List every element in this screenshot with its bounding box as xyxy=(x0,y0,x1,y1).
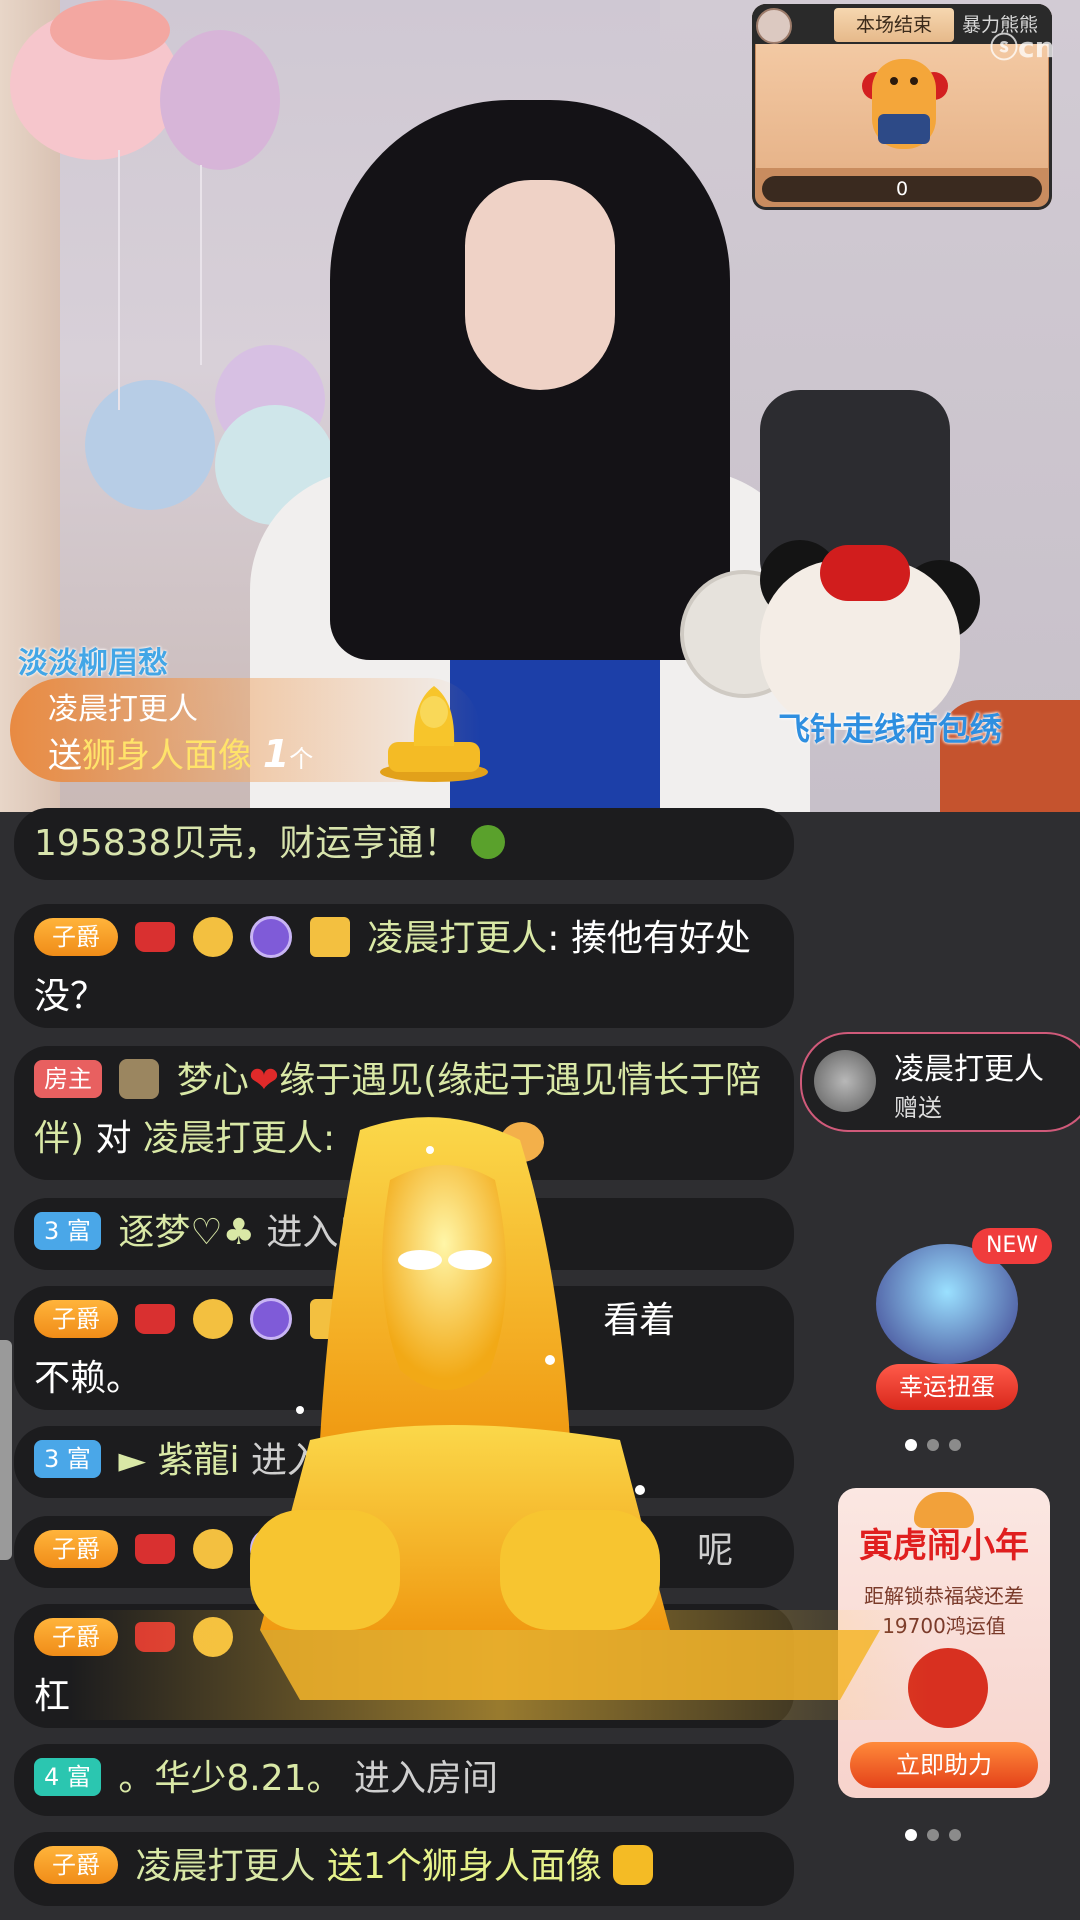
medal-icon xyxy=(250,1298,293,1340)
bear-eye xyxy=(910,77,918,85)
balloon xyxy=(85,380,215,510)
sphinx-gift-icon xyxy=(380,686,488,782)
chat-username[interactable]: 。华少8.21。 xyxy=(118,1758,342,1799)
star-level-icon xyxy=(192,1299,233,1339)
lucky-capsule-button[interactable]: 幸运扭蛋 xyxy=(876,1364,1018,1410)
chat-username[interactable]: 凌 xyxy=(367,1300,403,1341)
tiger-event-title: 寅虎闹小年 xyxy=(859,1526,1029,1566)
chat-message: 195838贝壳，财运亨通！ xyxy=(14,808,794,880)
medal-icon xyxy=(250,1528,293,1570)
badge-fu3: 3 富 xyxy=(34,1440,101,1478)
sender-avatar[interactable] xyxy=(814,1050,876,1112)
carousel-dot[interactable] xyxy=(949,1439,961,1451)
bear-pants xyxy=(878,114,930,144)
chat-text: 不赖。 xyxy=(34,1358,143,1399)
chat-message: 子爵 凌晨打更人 送1个狮身人面像 xyxy=(14,1832,794,1906)
chat-message: 子爵 呢 xyxy=(14,1516,794,1588)
wing-badge-icon xyxy=(119,1059,160,1099)
gift-popup-gift-name: 狮身人面像 xyxy=(82,736,252,776)
crown-icon xyxy=(135,922,176,952)
gift-popup-prefix: 送 xyxy=(48,736,82,776)
emoji-face-icon xyxy=(500,1122,544,1162)
chat-message: 4 富 。华少8.21。 进入房间 xyxy=(14,1744,794,1816)
chat-target[interactable]: 凌晨打更人: xyxy=(143,1118,335,1159)
chat-text: 进入房间 xyxy=(353,1758,498,1799)
star-level-icon xyxy=(192,1529,233,1569)
gift-popup-line: 送狮身人面像 1个 xyxy=(48,728,313,777)
tiger-event-button[interactable]: 立即助力 xyxy=(850,1742,1038,1788)
badge-zijue: 子爵 xyxy=(34,1846,118,1884)
carousel-dot[interactable] xyxy=(949,1829,961,1841)
chat-text: 对 xyxy=(84,1118,143,1159)
gift-sender-card[interactable]: 凌晨打更人 赠送 xyxy=(800,1032,1080,1132)
crown-icon xyxy=(135,1534,176,1564)
chat-text: 进入房 xyxy=(250,1440,359,1481)
game-score: 0 xyxy=(762,176,1042,202)
chat-text: 进入房间 xyxy=(266,1212,411,1253)
chat-text: 杠 xyxy=(34,1676,71,1717)
chat-message: 子爵 凌 看着 不赖。 xyxy=(14,1286,794,1410)
chat-message: 3 富 ► 紫龍i 进入房 xyxy=(14,1426,794,1498)
chat-username[interactable]: 逐梦♡♣ xyxy=(118,1212,255,1253)
app-watermark: ⓢcn xyxy=(990,31,1055,64)
balloon-string xyxy=(200,165,202,365)
gift-popup-unit: 个 xyxy=(289,745,314,773)
chat-username[interactable]: 凌晨打更人 xyxy=(135,1846,315,1887)
carousel-dot[interactable] xyxy=(905,1829,917,1841)
badge-zijue: 子爵 xyxy=(34,1530,118,1568)
sender-name: 凌晨打更人 xyxy=(894,1052,1044,1087)
chat-username[interactable]: 梦心 xyxy=(177,1060,249,1101)
carousel-dots xyxy=(900,1436,966,1451)
system-message: 195838贝壳，财运亨通！ xyxy=(34,823,460,864)
balloon xyxy=(160,30,280,170)
badge-fu3: 3 富 xyxy=(34,1212,101,1250)
badge-fangzhu: 房主 xyxy=(34,1060,102,1098)
chat-message: 3 富 逐梦♡♣ 进入房间 xyxy=(14,1198,794,1270)
go-arrow-icon[interactable] xyxy=(470,825,505,859)
carousel-dot[interactable] xyxy=(927,1439,939,1451)
badge-fu4: 4 富 xyxy=(34,1758,101,1796)
bear-character-icon xyxy=(872,59,936,149)
user-square-icon xyxy=(309,917,350,957)
sender-action: 赠送 xyxy=(894,1094,942,1122)
gift-popup-sender: 凌晨打更人 xyxy=(48,692,198,727)
gift-glow xyxy=(70,1610,930,1720)
chat-gift-text: 送1个狮身人面像 xyxy=(326,1846,602,1887)
badge-zijue: 子爵 xyxy=(34,1300,118,1338)
game-tab-ended[interactable]: 本场结束 xyxy=(834,8,954,42)
balloon xyxy=(50,0,170,60)
live-video[interactable]: 淡淡柳眉愁 凌晨打更人 送狮身人面像 1个 飞针走线荷包绣 本场结束 暴力熊熊 … xyxy=(0,0,1080,812)
carousel-dot[interactable] xyxy=(905,1439,917,1451)
fanclub-label: 飞针走线荷包绣 xyxy=(778,710,1003,748)
tiger-event-line1: 距解锁恭福袋还差 xyxy=(864,1584,1024,1608)
user-square-icon xyxy=(309,1529,350,1569)
crown-icon xyxy=(135,1304,176,1334)
new-badge: NEW xyxy=(972,1228,1052,1264)
chat-username[interactable]: 凌晨打更人 xyxy=(367,918,547,959)
heart-icon: ❤ xyxy=(248,1060,280,1101)
side-drawer-handle[interactable] xyxy=(0,1340,12,1560)
lucky-capsule-icon[interactable]: NEW xyxy=(876,1228,1052,1364)
streamer-name: 淡淡柳眉愁 xyxy=(18,646,168,681)
gift-popup-count: 1 xyxy=(262,732,290,776)
user-square-icon xyxy=(309,1299,350,1339)
doll-bow xyxy=(820,545,910,601)
bear-eye xyxy=(890,77,898,85)
chat-text: 看着 xyxy=(603,1300,676,1341)
chat-username[interactable]: ► 紫龍i xyxy=(118,1440,239,1481)
sphinx-gift-icon xyxy=(613,1845,654,1885)
balloon-string xyxy=(118,150,120,410)
star-level-icon xyxy=(192,917,233,957)
carousel-dot[interactable] xyxy=(927,1829,939,1841)
badge-zijue: 子爵 xyxy=(34,918,118,956)
medal-icon xyxy=(250,916,293,958)
chat-text: 呢 xyxy=(697,1530,734,1571)
chat-message: 房主 梦心❤缘于遇见(缘起于遇见情长于陪伴) 对 凌晨打更人: xyxy=(14,1046,794,1180)
person-face xyxy=(465,180,615,390)
chat-message: 子爵 凌晨打更人: 揍他有好处没？ xyxy=(14,904,794,1028)
game-avatar xyxy=(756,8,792,44)
carousel-dots xyxy=(900,1826,966,1841)
